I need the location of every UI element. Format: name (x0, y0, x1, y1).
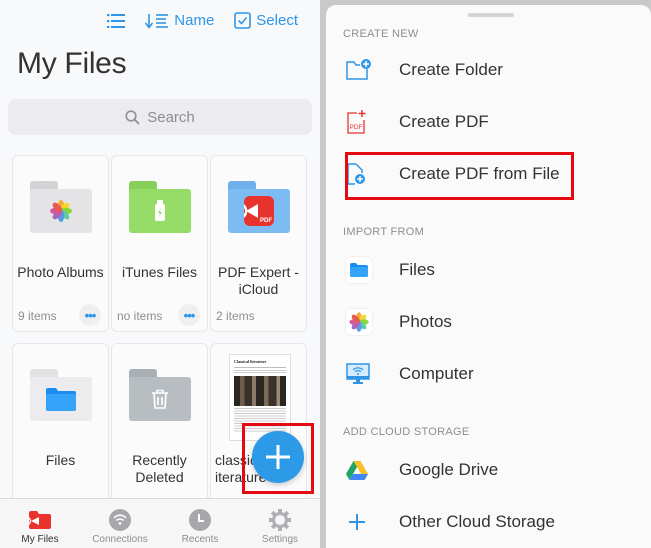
search-input[interactable]: Search (8, 99, 312, 135)
tab-bar: My Files Connections Recents Settings (0, 498, 320, 548)
photos-app-icon (346, 309, 372, 335)
my-files-icon (29, 511, 51, 529)
folder-tile-photo-albums[interactable]: Photo Albums 9 items ••• (12, 155, 109, 332)
tab-label: Connections (92, 534, 148, 545)
section-header-import-from: IMPORT FROM (343, 226, 425, 238)
select-button[interactable]: Select (234, 12, 298, 29)
svg-text:PDF: PDF (260, 218, 272, 224)
google-drive-option[interactable]: Google Drive (326, 447, 651, 493)
page-title: My Files (17, 47, 127, 80)
sort-label: Name (174, 12, 215, 29)
option-label: Create PDF from File (399, 164, 560, 183)
tab-settings[interactable]: Settings (240, 499, 320, 548)
sheet-grabber[interactable] (468, 13, 514, 17)
create-pdf-from-file-option[interactable]: Create PDF from File (326, 151, 651, 197)
list-icon (107, 13, 126, 28)
option-label: Google Drive (399, 460, 499, 479)
clock-icon (189, 509, 211, 531)
tab-connections[interactable]: Connections (80, 499, 160, 548)
files-app-icon (346, 257, 372, 283)
more-button[interactable]: ••• (178, 304, 200, 326)
option-label: Photos (399, 312, 452, 331)
files-folder-icon (29, 369, 92, 421)
computer-wifi-icon (346, 363, 370, 384)
tab-my-files[interactable]: My Files (0, 499, 80, 548)
document-thumbnail: Classical literature (229, 354, 291, 441)
other-cloud-storage-option[interactable]: Other Cloud Storage (326, 499, 651, 545)
create-pdf-from-file-icon (347, 163, 365, 185)
tab-label: Recents (181, 534, 219, 545)
folder-tile-recently-deleted[interactable]: Recently Deleted (111, 343, 208, 503)
tile-name: PDF Expert - iCloud (218, 264, 299, 297)
list-view-button[interactable] (107, 13, 126, 28)
option-label: Other Cloud Storage (399, 512, 555, 531)
folder-tile-files[interactable]: Files (12, 343, 109, 503)
section-header-add-cloud-storage: ADD CLOUD STORAGE (343, 426, 470, 438)
pdf-expert-folder-icon: PDF (227, 181, 290, 233)
tile-name: Files (45, 452, 76, 468)
tile-count: no items (117, 309, 163, 323)
option-label: Create PDF (399, 112, 489, 131)
option-label: Computer (399, 364, 474, 383)
plus-icon (349, 514, 365, 530)
tile-name: Photo Albums (17, 264, 104, 280)
section-header-create-new: CREATE NEW (343, 28, 419, 40)
import-photos-option[interactable]: Photos (326, 299, 651, 345)
svg-text:PDF: PDF (350, 124, 363, 131)
import-computer-option[interactable]: Computer (326, 351, 651, 397)
search-placeholder: Search (147, 108, 195, 126)
import-files-option[interactable]: Files (326, 247, 651, 293)
checkbox-icon (234, 12, 252, 29)
thumbnail-title: Classical literature (234, 359, 267, 364)
option-label: Create Folder (399, 60, 503, 79)
tab-label: My Files (21, 534, 59, 545)
create-folder-icon (346, 59, 371, 80)
add-button[interactable] (252, 431, 304, 483)
tile-name: Recently Deleted (132, 452, 187, 485)
my-files-screen: Name Select My Files Search Photo Albums… (0, 0, 320, 548)
sort-down-icon (145, 13, 169, 29)
create-folder-option[interactable]: Create Folder (326, 47, 651, 93)
folder-tile-itunes-files[interactable]: iTunes Files no items ••• (111, 155, 208, 332)
more-button[interactable]: ••• (79, 304, 101, 326)
sort-button[interactable]: Name (145, 12, 214, 29)
photos-folder-icon (29, 181, 92, 233)
trash-folder-icon (128, 369, 191, 421)
create-pdf-icon: PDF (347, 110, 366, 134)
option-label: Files (399, 260, 435, 279)
tile-name: iTunes Files (122, 264, 197, 280)
search-icon (125, 109, 140, 125)
plus-icon (266, 445, 290, 469)
wifi-icon (109, 509, 131, 531)
select-label: Select (256, 12, 298, 29)
add-action-sheet: CREATE NEW Create Folder PDF Create PDF … (326, 5, 651, 548)
folder-tile-pdf-expert-icloud[interactable]: PDF PDF Expert - iCloud 2 items (210, 155, 307, 332)
top-toolbar: Name Select (107, 12, 298, 29)
google-drive-icon (346, 460, 368, 480)
tile-count: 2 items (216, 309, 255, 323)
create-pdf-option[interactable]: PDF Create PDF (326, 99, 651, 145)
tile-count: 9 items (18, 309, 57, 323)
file-tile-classical-literature[interactable]: Classical literature classical literatur… (210, 343, 307, 503)
tab-recents[interactable]: Recents (160, 499, 240, 548)
tab-label: Settings (261, 534, 299, 545)
itunes-folder-icon (128, 181, 191, 233)
action-sheet-backdrop: CREATE NEW Create Folder PDF Create PDF … (320, 0, 651, 548)
gear-icon (269, 509, 291, 531)
